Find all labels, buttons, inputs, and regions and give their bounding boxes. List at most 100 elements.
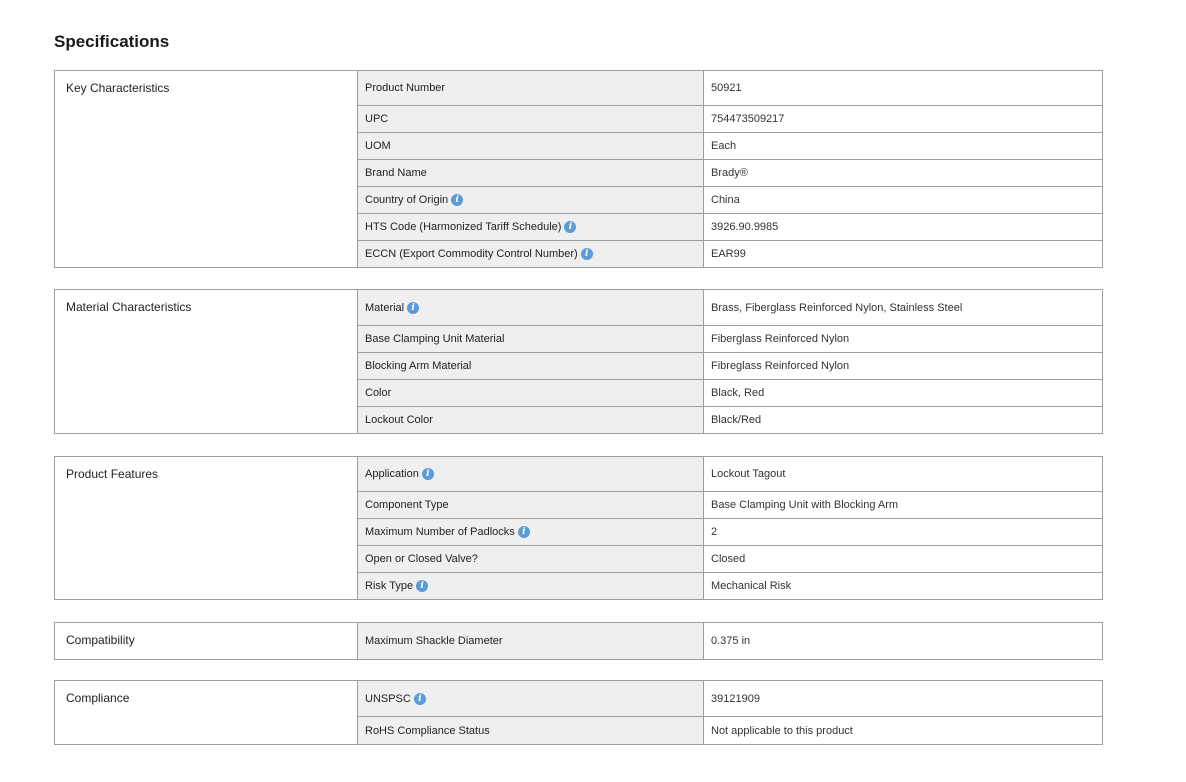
spec-section-key-characteristics: Key Characteristics Product Number 50921 UP… — [54, 70, 1103, 268]
spec-row-eccn-export-commodity-control-number: ECCN (Export Commodity Control Number) i E… — [358, 241, 1102, 267]
spec-name: HTS Code (Harmonized Tariff Schedule) — [365, 221, 562, 233]
info-icon[interactable]: i — [416, 580, 429, 592]
spec-name-cell: Component Type — [358, 492, 704, 518]
spec-row-upc: UPC 754473509217 — [358, 106, 1102, 133]
info-icon[interactable]: i — [451, 194, 464, 206]
spec-value: 3926.90.9985 — [711, 221, 779, 233]
spec-name: Blocking Arm Material — [365, 360, 472, 372]
section-rows: Application i Lockout Tagout Component Type… — [358, 457, 1102, 599]
spec-name-cell: Lockout Color — [358, 407, 704, 433]
spec-value: 39121909 — [711, 692, 760, 705]
spec-value: Closed — [711, 553, 746, 565]
spec-name-cell: Product Number — [358, 71, 704, 105]
spec-value: Brady® — [711, 167, 748, 179]
info-icon[interactable]: i — [564, 221, 577, 233]
spec-value: Not applicable to this product — [711, 724, 853, 737]
spec-name-cell: UPC — [358, 106, 704, 132]
spec-value: China — [711, 194, 740, 206]
spec-name-cell: Maximum Number of Padlocks i — [358, 519, 704, 545]
spec-name: Maximum Shackle Diameter — [365, 635, 503, 647]
spec-row-product-number: Product Number 50921 — [358, 71, 1102, 106]
spec-name: Color — [365, 387, 392, 399]
section-label: Product Features — [55, 457, 358, 599]
info-icon[interactable]: i — [421, 468, 434, 480]
section-rows: UNSPSC i 39121909 RoHS Compliance Status Not… — [358, 681, 1102, 744]
spec-row-application: Application i Lockout Tagout — [358, 457, 1102, 492]
spec-name-cell: Color — [358, 380, 704, 406]
info-icon[interactable]: i — [580, 248, 593, 260]
info-icon[interactable]: i — [413, 692, 426, 705]
spec-value: Brass, Fiberglass Reinforced Nylon, Stai… — [711, 301, 963, 314]
spec-name: RoHS Compliance Status — [365, 724, 490, 737]
spec-name-cell: Application i — [358, 457, 704, 491]
section-label: Compatibility — [55, 623, 358, 659]
section-rows: Material i Brass, Fiberglass Reinforced Ny… — [358, 290, 1102, 433]
spec-name: Country of Origin — [365, 194, 449, 206]
spec-name: Application — [365, 468, 419, 480]
spec-name-cell: ECCN (Export Commodity Control Number) i — [358, 241, 704, 267]
specifications-page: Specifications Key Characteristics Produc… — [0, 0, 1186, 782]
spec-name: Component Type — [365, 499, 449, 511]
spec-name: UOM — [365, 140, 391, 152]
spec-row-maximum-shackle-diameter: Maximum Shackle Diameter 0.375 in — [358, 623, 1102, 659]
spec-value: 754473509217 — [711, 113, 785, 125]
spec-name: UPC — [365, 113, 389, 125]
spec-name: Maximum Number of Padlocks — [365, 526, 515, 538]
section-label: Key Characteristics — [55, 71, 358, 267]
spec-name-cell: Base Clamping Unit Material — [358, 326, 704, 352]
spec-name: Brand Name — [365, 167, 427, 179]
spec-name-cell: Open or Closed Valve? — [358, 546, 704, 572]
spec-row-blocking-arm-material: Blocking Arm Material Fibreglass Reinforc… — [358, 353, 1102, 380]
spec-name-cell: Brand Name — [358, 160, 704, 186]
spec-row-color: Color Black, Red — [358, 380, 1102, 407]
spec-name: Material — [365, 301, 405, 314]
spec-section-compatibility: Compatibility Maximum Shackle Diameter 0.3… — [54, 622, 1103, 660]
spec-row-rohs-compliance-status: RoHS Compliance Status Not applicable to … — [358, 717, 1102, 744]
spec-value: Mechanical Risk — [711, 580, 792, 592]
spec-name: ECCN (Export Commodity Control Number) — [365, 248, 578, 260]
spec-name: Open or Closed Valve? — [365, 553, 478, 565]
section-label: Material Characteristics — [55, 290, 358, 433]
spec-name-cell: UNSPSC i — [358, 681, 704, 716]
spec-value: Fibreglass Reinforced Nylon — [711, 360, 850, 372]
spec-value: Lockout Tagout — [711, 468, 786, 480]
spec-section-compliance: Compliance UNSPSC i 39121909 RoHS Compliance… — [54, 680, 1103, 745]
section-rows: Maximum Shackle Diameter 0.375 in — [358, 623, 1102, 659]
spec-value: Black/Red — [711, 414, 762, 426]
spec-row-unspsc: UNSPSC i 39121909 — [358, 681, 1102, 717]
spec-name-cell: Country of Origin i — [358, 187, 704, 213]
page-title: Specifications — [54, 32, 170, 51]
spec-row-maximum-number-of-padlocks: Maximum Number of Padlocks i 2 — [358, 519, 1102, 546]
spec-name: Base Clamping Unit Material — [365, 333, 505, 345]
spec-name-cell: Material i — [358, 290, 704, 325]
spec-row-country-of-origin: Country of Origin i China — [358, 187, 1102, 214]
section-rows: Product Number 50921 UPC 754473509217 UOM Eac… — [358, 71, 1102, 267]
spec-name: UNSPSC — [365, 692, 411, 705]
spec-row-risk-type: Risk Type i Mechanical Risk — [358, 573, 1102, 599]
spec-value: EAR99 — [711, 248, 746, 260]
spec-name-cell: Risk Type i — [358, 573, 704, 599]
spec-name-cell: Blocking Arm Material — [358, 353, 704, 379]
spec-value: Black, Red — [711, 387, 765, 399]
spec-row-uom: UOM Each — [358, 133, 1102, 160]
spec-value: Base Clamping Unit with Blocking Arm — [711, 499, 899, 511]
spec-value: Each — [711, 140, 737, 152]
spec-row-component-type: Component Type Base Clamping Unit with Bl… — [358, 492, 1102, 519]
spec-row-lockout-color: Lockout Color Black/Red — [358, 407, 1102, 433]
spec-name-cell: HTS Code (Harmonized Tariff Schedule) i — [358, 214, 704, 240]
spec-value: 50921 — [711, 82, 742, 94]
spec-row-hts-code-harmonized-tariff-schedule: HTS Code (Harmonized Tariff Schedule) i 39… — [358, 214, 1102, 241]
spec-value: 2 — [711, 526, 718, 538]
info-icon[interactable]: i — [517, 526, 530, 538]
spec-name-cell: Maximum Shackle Diameter — [358, 623, 704, 659]
spec-section-product-features: Product Features Application i Lockout Tago… — [54, 456, 1103, 600]
spec-row-material: Material i Brass, Fiberglass Reinforced Ny… — [358, 290, 1102, 326]
spec-name: Product Number — [365, 82, 446, 94]
spec-row-brand-name: Brand Name Brady® — [358, 160, 1102, 187]
spec-name: Risk Type — [365, 580, 414, 592]
spec-value: Fiberglass Reinforced Nylon — [711, 333, 850, 345]
spec-name-cell: UOM — [358, 133, 704, 159]
spec-row-base-clamping-unit-material: Base Clamping Unit Material Fiberglass Re… — [358, 326, 1102, 353]
spec-section-material-characteristics: Material Characteristics Material i Brass, … — [54, 289, 1103, 434]
info-icon[interactable]: i — [407, 301, 420, 314]
